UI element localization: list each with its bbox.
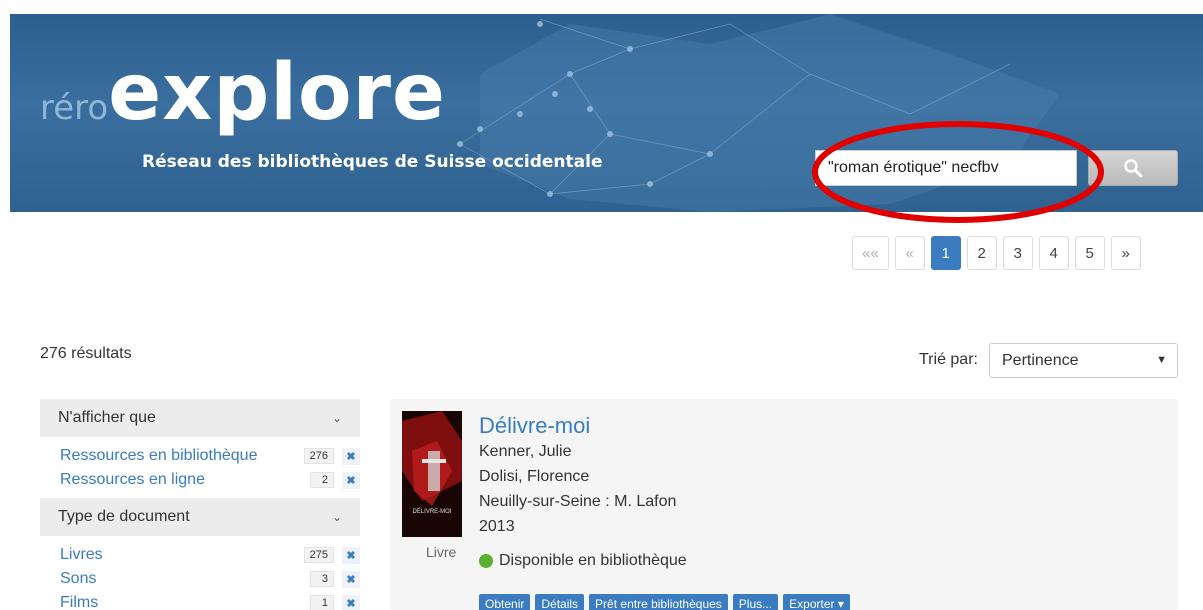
- search-icon: [1124, 159, 1143, 178]
- remove-filter-icon[interactable]: ✖: [342, 447, 360, 465]
- facet-item[interactable]: Films 1 ✖: [60, 591, 360, 610]
- facet-item-label[interactable]: Sons: [60, 570, 310, 588]
- facet-item[interactable]: Sons 3 ✖: [60, 567, 360, 591]
- facet-list-doctype: Livres 275 ✖ Sons 3 ✖ Films 1 ✖: [40, 536, 360, 610]
- chevron-down-icon: ⌄: [331, 411, 342, 425]
- sort-label: Trié par:: [919, 351, 978, 368]
- remove-filter-icon[interactable]: ✖: [342, 570, 360, 588]
- page-5-button[interactable]: 5: [1074, 236, 1105, 270]
- result-actions: Obtenir Détails Prêt entre bibliothèques…: [479, 594, 850, 610]
- search-input[interactable]: [815, 150, 1077, 186]
- search-button[interactable]: [1088, 150, 1178, 186]
- chevron-down-icon: ⌄: [331, 510, 342, 524]
- results-count: 276 résultats: [40, 345, 132, 362]
- result-author: Kenner, Julie: [479, 443, 572, 460]
- sort-select-value: Pertinence: [1002, 352, 1079, 369]
- facet-item-label[interactable]: Ressources en ligne: [60, 471, 310, 489]
- result-title-link[interactable]: Délivre-moi: [479, 413, 590, 439]
- logo-prefix: réro: [40, 88, 109, 128]
- page-next-button[interactable]: »: [1110, 236, 1141, 270]
- remove-filter-icon[interactable]: ✖: [342, 471, 360, 489]
- facet-item[interactable]: Ressources en bibliothèque 276 ✖: [60, 444, 360, 468]
- facet-item-count: 1: [310, 595, 334, 610]
- result-contributor: Dolisi, Florence: [479, 468, 590, 485]
- sort-select[interactable]: Pertinence ▼: [989, 343, 1178, 378]
- facet-item[interactable]: Livres 275 ✖: [60, 543, 360, 567]
- facet-item-count: 275: [303, 547, 334, 563]
- cover-title: DÉLIVRE-MOI: [412, 508, 451, 515]
- page-3-button[interactable]: 3: [1002, 236, 1033, 270]
- facet-item-label[interactable]: Ressources en bibliothèque: [60, 447, 304, 465]
- availability-status: Disponible en bibliothèque: [479, 552, 687, 570]
- facet-item[interactable]: Ressources en ligne 2 ✖: [60, 468, 360, 492]
- get-button[interactable]: Obtenir: [479, 594, 531, 610]
- available-dot-icon: [479, 554, 493, 568]
- page-prev-button[interactable]: «: [894, 236, 925, 270]
- site-subtitle: Réseau des bibliothèques de Suisse occid…: [142, 152, 603, 172]
- site-logo[interactable]: réroexplore: [40, 48, 446, 138]
- facet-item-count: 2: [310, 472, 334, 488]
- book-cover-image[interactable]: DÉLIVRE-MOI: [402, 411, 462, 537]
- facet-item-label[interactable]: Films: [60, 594, 310, 610]
- remove-filter-icon[interactable]: ✖: [342, 546, 360, 564]
- availability-text: Disponible en bibliothèque: [499, 552, 687, 569]
- remove-filter-icon[interactable]: ✖: [342, 594, 360, 610]
- facet-header-doctype[interactable]: Type de document ⌄: [40, 498, 360, 536]
- details-button[interactable]: Détails: [535, 594, 585, 610]
- logo-main: explore: [108, 48, 446, 138]
- result-publisher: Neuilly-sur-Seine : M. Lafon: [479, 493, 677, 510]
- chevron-down-icon: ▼: [1156, 354, 1167, 366]
- page-first-button[interactable]: ««: [852, 236, 889, 270]
- page-4-button[interactable]: 4: [1038, 236, 1069, 270]
- export-button[interactable]: Exporter ▾: [783, 594, 850, 610]
- result-year: 2013: [479, 518, 515, 535]
- page-1-button[interactable]: 1: [930, 236, 961, 270]
- document-type-label: Livre: [426, 544, 457, 560]
- cover-art: DÉLIVRE-MOI: [402, 411, 462, 537]
- more-button[interactable]: Plus...: [732, 594, 779, 610]
- interlibrary-loan-button[interactable]: Prêt entre bibliothèques: [589, 594, 728, 610]
- facet-item-count: 276: [303, 448, 334, 464]
- pagination: «« « 1 2 3 4 5 »: [852, 236, 1141, 270]
- facet-header-availability[interactable]: N'afficher que ⌄: [40, 399, 360, 437]
- facet-title: N'afficher que: [58, 409, 156, 426]
- facet-list-availability: Ressources en bibliothèque 276 ✖ Ressour…: [40, 437, 360, 498]
- facet-item-count: 3: [310, 571, 334, 587]
- facet-title: Type de document: [58, 508, 190, 525]
- page-2-button[interactable]: 2: [966, 236, 997, 270]
- facet-item-label[interactable]: Livres: [60, 546, 304, 564]
- result-item: DÉLIVRE-MOI Livre Délivre-moi Kenner, Ju…: [390, 399, 1178, 610]
- facets-sidebar: N'afficher que ⌄ Ressources en bibliothè…: [40, 399, 360, 610]
